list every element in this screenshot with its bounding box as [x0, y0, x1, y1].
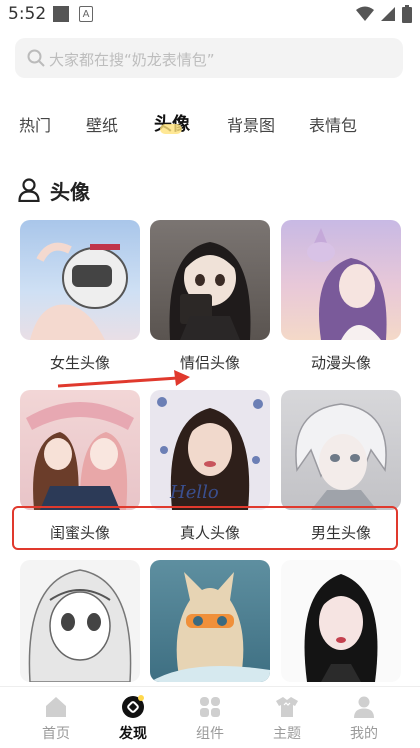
card-label: 动漫头像	[310, 354, 371, 372]
battery-icon	[402, 5, 412, 23]
tab-stickers[interactable]: 表情包	[309, 112, 357, 136]
font-notification-icon: A	[79, 6, 93, 22]
nav-widgets[interactable]: 组件	[168, 687, 252, 748]
tab-background[interactable]: 背景图	[227, 112, 275, 136]
search-icon	[27, 49, 45, 67]
nav-profile[interactable]: 我的	[322, 687, 406, 748]
thumbnail-girl-anime	[20, 220, 140, 340]
profile-icon	[354, 696, 374, 718]
widgets-icon	[200, 697, 220, 717]
search-placeholder: 大家都在搜“奶龙表情包”	[49, 51, 215, 69]
category-tabs: 热门 壁纸 头像 背景图 表情包	[0, 108, 420, 144]
nav-label: 我的	[350, 726, 378, 742]
avatar-card-anime[interactable]: 动漫头像	[281, 220, 401, 390]
wifi-icon	[356, 6, 374, 21]
thumbnail-manga-girl	[20, 560, 140, 682]
thumbnail-cat-glasses	[150, 560, 270, 682]
tab-hot[interactable]: 热门	[19, 112, 51, 136]
annotation-arrow	[57, 370, 190, 388]
active-tab-indicator	[160, 124, 182, 134]
section-title: 头像	[50, 179, 90, 204]
thumbnail-overlay-text: Hello	[170, 482, 219, 503]
avatar-card-couple[interactable]: 情侣头像	[150, 220, 270, 390]
thumbnail-boy-anime	[281, 390, 401, 510]
nav-label: 首页	[42, 726, 70, 742]
nav-home[interactable]: 首页	[14, 687, 98, 748]
section-header: 头像	[18, 175, 90, 205]
status-bar: 5:52 A	[0, 0, 420, 30]
theme-shirt-icon	[276, 697, 298, 717]
status-right	[356, 5, 412, 23]
home-icon	[46, 697, 66, 717]
person-icon	[18, 178, 40, 202]
status-time: 5:52	[8, 4, 47, 24]
nav-discover[interactable]: 发现	[91, 687, 175, 748]
thumbnail-couple-anime	[150, 220, 270, 340]
search-bar[interactable]: 大家都在搜“奶龙表情包”	[15, 38, 403, 78]
nav-label: 发现	[119, 726, 147, 742]
bottom-nav: 首页 发现 组件 主题 我的	[0, 686, 420, 748]
thumbnail-besties-anime	[20, 390, 140, 510]
thumbnail-anime-girl-cat	[281, 220, 401, 340]
nav-label: 主题	[273, 726, 301, 742]
nav-label: 组件	[196, 726, 224, 742]
tab-wallpaper[interactable]: 壁纸	[86, 112, 118, 136]
nav-theme[interactable]: 主题	[245, 687, 329, 748]
signal-icon	[381, 7, 395, 21]
annotation-highlight-box	[12, 506, 398, 550]
notification-square-icon	[53, 6, 69, 22]
thumbnail-black-hair-girl	[281, 560, 401, 682]
thumbnail-real-person: Hello	[150, 390, 270, 510]
discover-icon	[122, 695, 144, 718]
avatar-card-girl[interactable]: 女生头像	[20, 220, 140, 390]
